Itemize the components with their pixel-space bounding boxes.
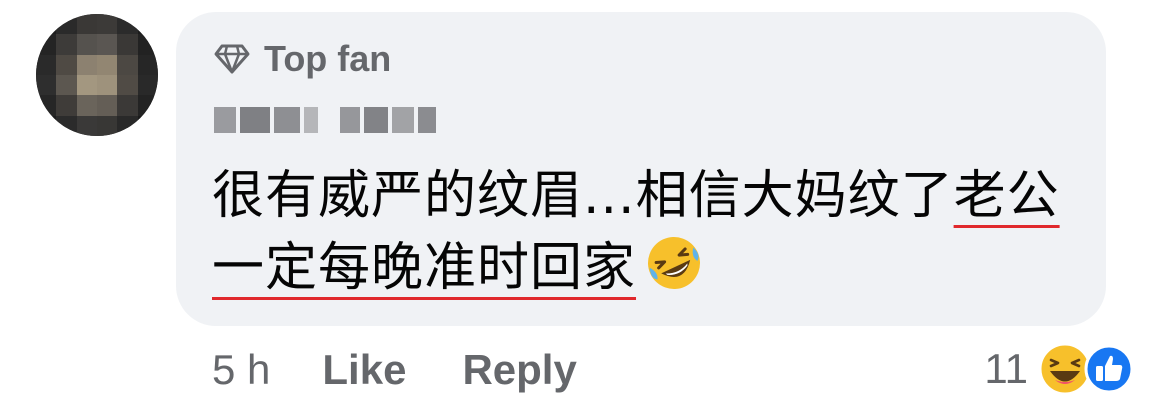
comment-timestamp[interactable]: 5 h bbox=[212, 346, 270, 394]
comment-row: Top fan 很有威严的纹眉...相信大妈纹了老公一定每晚准时回家 5 h L… bbox=[0, 0, 1170, 413]
rolling-on-floor-laughing-emoji bbox=[648, 237, 701, 289]
reaction-count: 11 bbox=[984, 345, 1028, 392]
like-reaction bbox=[1084, 344, 1134, 394]
top-fan-badge: Top fan bbox=[214, 38, 391, 80]
comment-text-main: 很有威严的纹眉...相信大妈纹了 bbox=[212, 166, 954, 226]
author-name[interactable] bbox=[214, 104, 436, 136]
like-reaction-icon bbox=[1084, 344, 1134, 394]
reply-button[interactable]: Reply bbox=[462, 346, 576, 394]
badge-label: Top fan bbox=[264, 38, 392, 79]
comment-actions: 5 h Like Reply bbox=[212, 346, 633, 394]
diamond-icon bbox=[214, 44, 250, 74]
reactions-summary[interactable]: 11 bbox=[984, 342, 1134, 396]
avatar[interactable] bbox=[36, 14, 158, 136]
like-button[interactable]: Like bbox=[322, 346, 406, 394]
comment-text: 很有威严的纹眉...相信大妈纹了老公一定每晚准时回家 bbox=[212, 160, 1092, 304]
